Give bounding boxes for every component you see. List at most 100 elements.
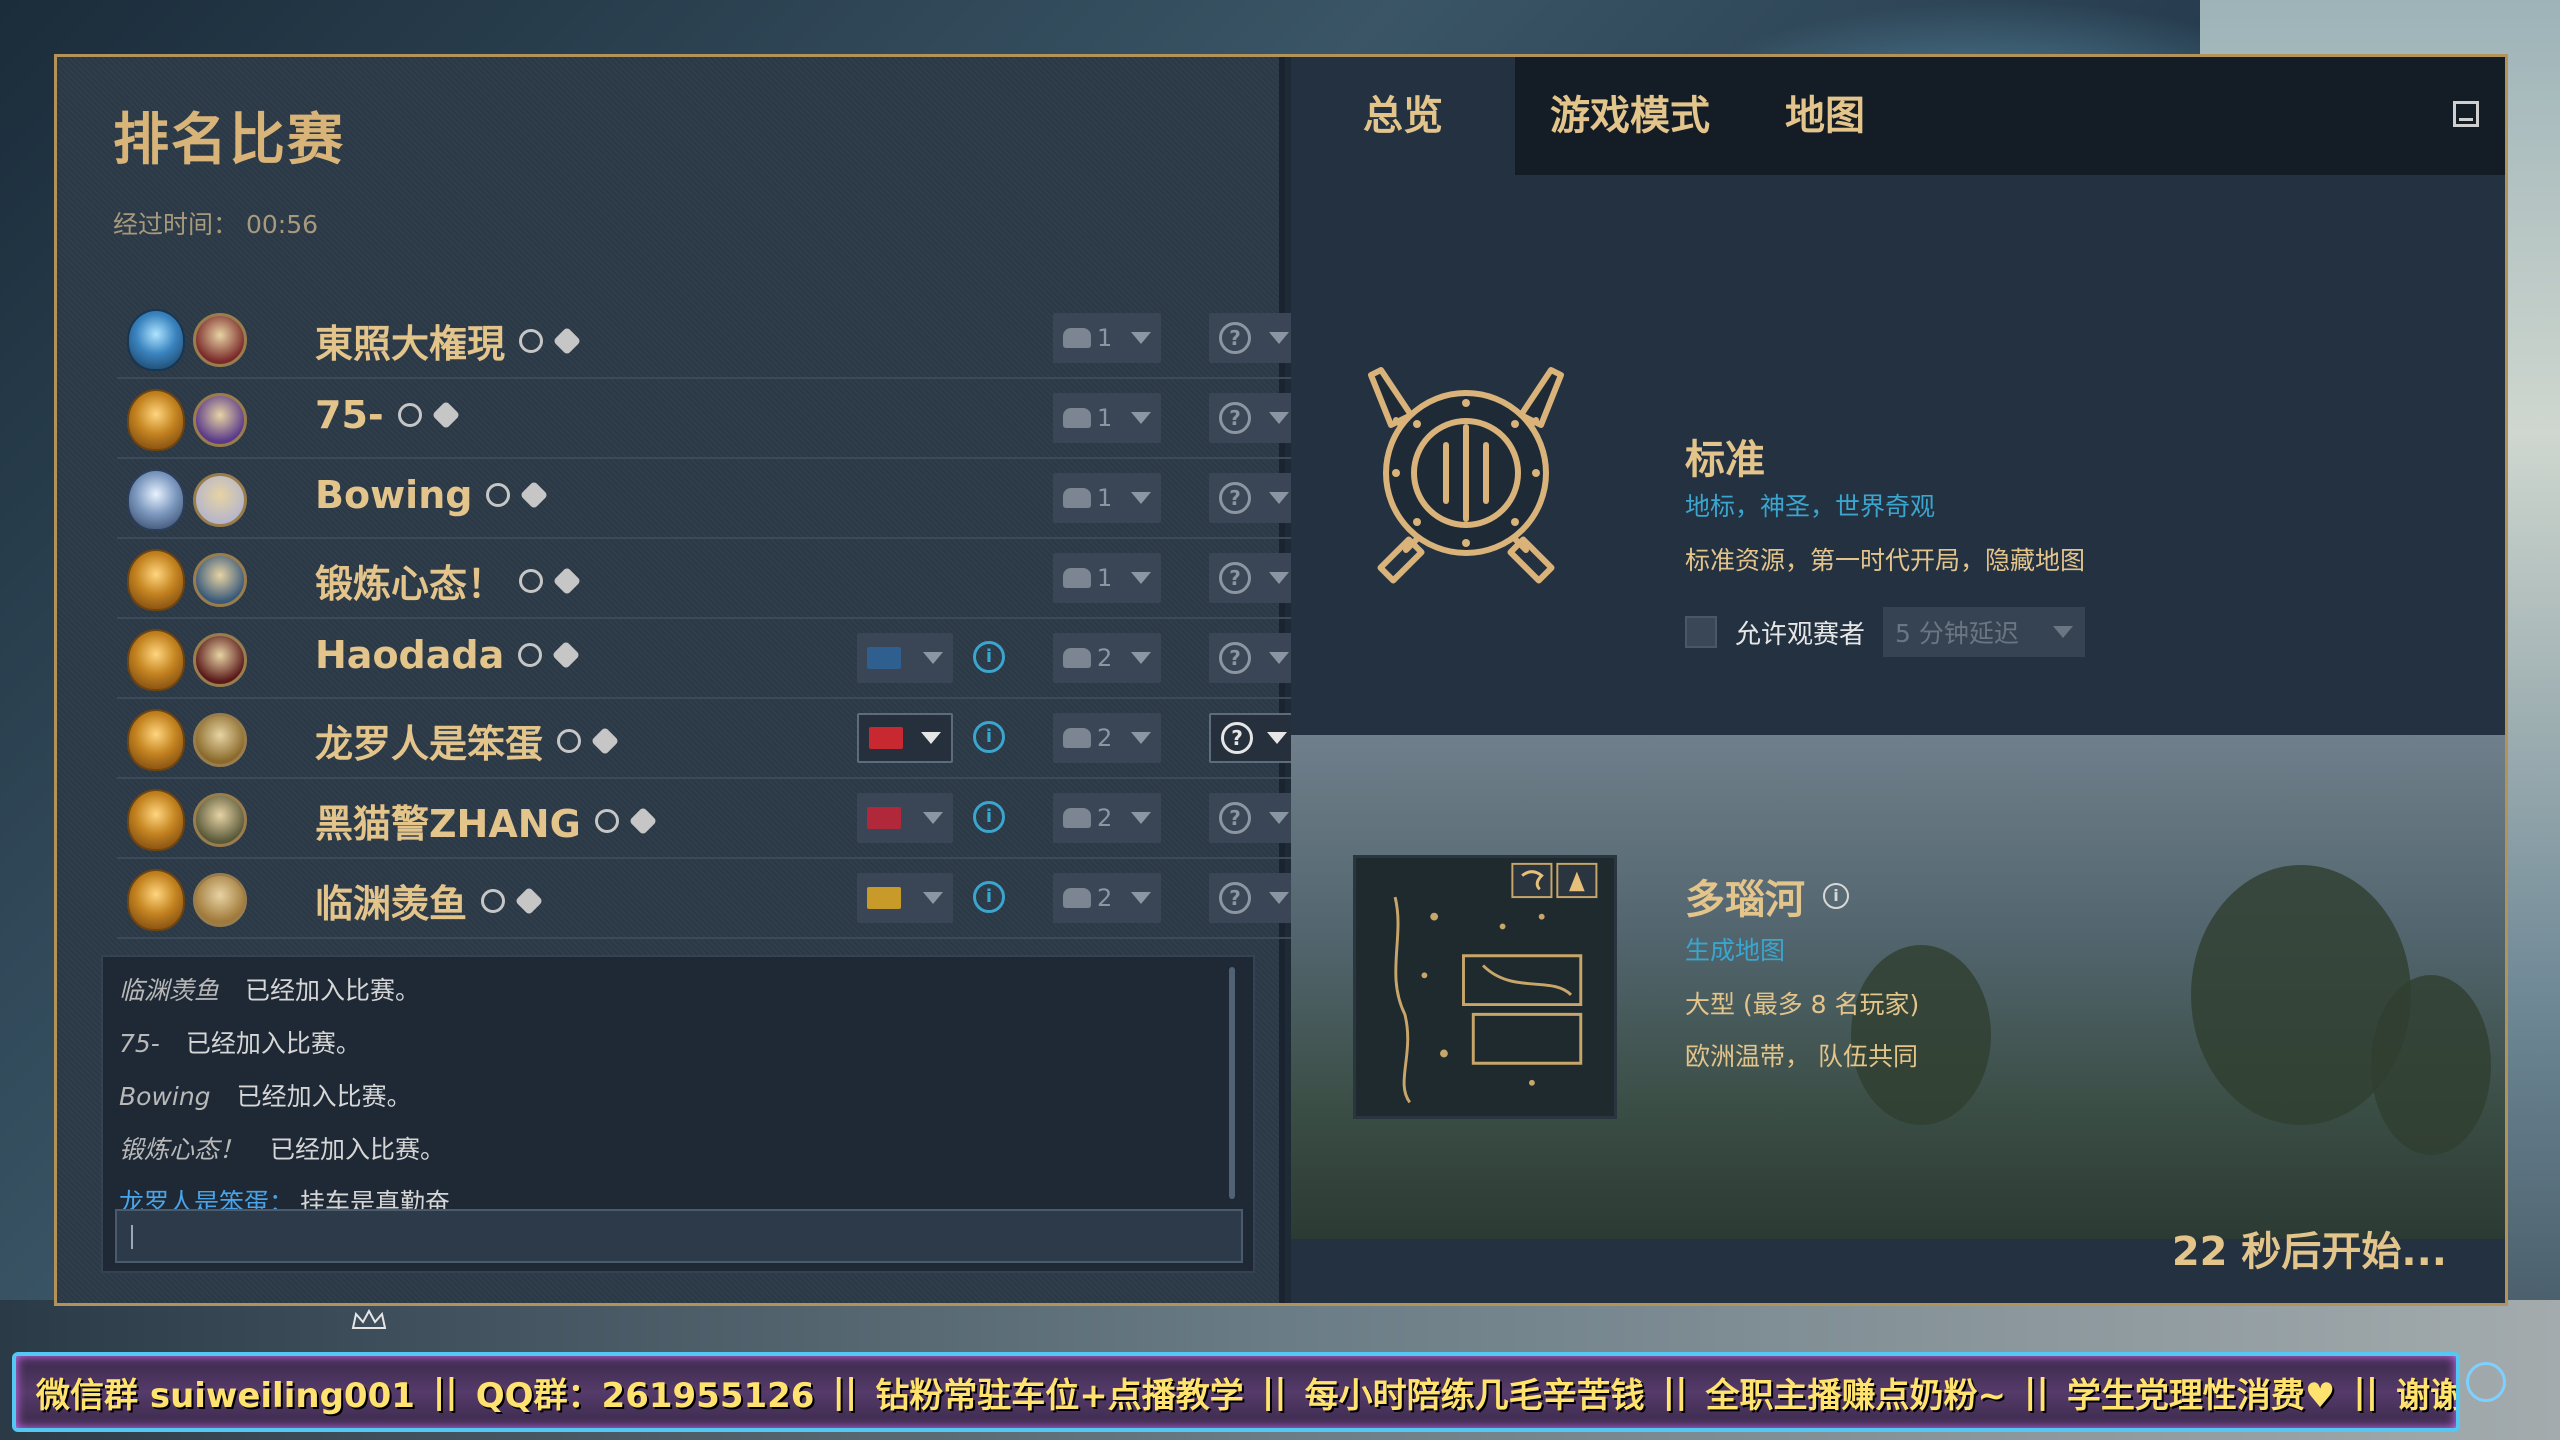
civilization-dropdown[interactable] (857, 793, 953, 843)
team-dropdown[interactable]: 2 (1053, 793, 1161, 843)
map-name: 多瑙河 (1685, 877, 1805, 923)
chevron-down-icon (1131, 332, 1151, 344)
team-dropdown[interactable]: 2 (1053, 713, 1161, 763)
allow-spectators-checkbox[interactable] (1685, 616, 1717, 648)
crossed-swords-shield-icon (1368, 367, 1564, 584)
globe-icon (594, 808, 619, 833)
civilization-info-icon[interactable]: i (973, 641, 1005, 673)
platform-icon (552, 566, 582, 595)
civilization-dropdown[interactable] (857, 713, 953, 763)
civilization-info-icon[interactable]: i (973, 881, 1005, 913)
question-icon: ? (1219, 322, 1251, 354)
ticker-item: 微信群 suiweiling001 (36, 1375, 415, 1416)
chat-text: 已经加入比赛。 (236, 1082, 412, 1111)
player-color-dropdown[interactable]: ? (1209, 473, 1299, 523)
crown-icon (351, 1308, 387, 1329)
platform-icon (552, 326, 582, 355)
chat-text: 已经加入比赛。 (245, 976, 421, 1005)
chat-sender: Bowing (119, 1082, 211, 1111)
player-name: 東照大権現 (315, 313, 582, 368)
player-avatar (193, 553, 247, 607)
team-dropdown[interactable]: 1 (1053, 313, 1161, 363)
player-color-dropdown[interactable]: ? (1209, 393, 1299, 443)
team-dropdown[interactable]: 1 (1053, 553, 1161, 603)
flag-icon (867, 807, 901, 829)
rank-emblem-icon (127, 309, 185, 371)
game-mode-description: 标准资源，第一时代开局，隐藏地图 (1685, 546, 2086, 575)
allow-spectators-label: 允许观赛者 (1735, 619, 1866, 650)
lobby-panel: 排名比赛 经过时间： 00:56 東照大権現 1? 75- 1? Bowing 1? 锻炼心… (57, 57, 1307, 1303)
player-name-text: 75- (315, 393, 384, 437)
player-avatar (193, 793, 247, 847)
chat-message: 75- 已经加入比赛。 (119, 1024, 450, 1077)
platform-icon (520, 480, 549, 510)
question-icon: ? (1219, 882, 1251, 914)
globe-icon (518, 643, 543, 667)
player-color-dropdown[interactable]: ? (1209, 793, 1299, 843)
chevron-down-icon (1269, 412, 1289, 424)
game-mode-tags: 地标，神圣，世界奇观 (1685, 492, 1936, 521)
chevron-down-icon (1131, 492, 1151, 504)
flag-icon (867, 887, 901, 909)
player-name: Haodada (315, 633, 581, 677)
civilization-dropdown[interactable] (857, 873, 953, 923)
info-icon[interactable]: i (1823, 883, 1849, 909)
player-color-dropdown[interactable]: ? (1209, 713, 1299, 763)
globe-icon (397, 403, 422, 427)
spectator-delay-dropdown[interactable]: 5 分钟延迟 (1883, 607, 2086, 657)
player-avatar (193, 713, 247, 767)
ticker-separator: || (1662, 1372, 1688, 1412)
team-number: 2 (1097, 804, 1113, 832)
team-dropdown[interactable]: 1 (1053, 473, 1161, 523)
chevron-down-icon (1267, 732, 1287, 744)
team-number: 1 (1097, 564, 1113, 592)
ticker-item: 学生党理性消费♥ (2066, 1375, 2336, 1416)
player-name: 龙罗人是笨蛋 (315, 713, 620, 768)
chevron-down-icon (1131, 652, 1151, 664)
player-avatar (193, 473, 247, 527)
team-dropdown[interactable]: 1 (1053, 393, 1161, 443)
chevron-down-icon (1131, 732, 1151, 744)
platform-icon (431, 400, 460, 430)
question-icon: ? (1219, 802, 1251, 834)
player-avatar (193, 633, 247, 687)
civilization-dropdown[interactable] (857, 633, 953, 683)
minimize-icon[interactable] (2453, 101, 2479, 127)
player-row: Bowing 1? (117, 459, 1307, 539)
player-name: 临渊羡鱼 (315, 873, 544, 928)
player-row: 75- 1? (117, 379, 1307, 459)
player-name-text: 黑猫警ZHANG (315, 802, 581, 846)
tab-game-mode[interactable]: 游戏模式 (1515, 57, 1745, 175)
chat-scrollbar[interactable] (1229, 967, 1235, 1199)
chat-text: 已经加入比赛。 (270, 1135, 446, 1164)
ticker-item: 全职主播赚点奶粉~ (1705, 1375, 2007, 1416)
globe-icon (481, 888, 506, 913)
team-dropdown[interactable]: 2 (1053, 873, 1161, 923)
stream-ticker-banner: 微信群 suiweiling001 || QQ群：261955126 || 钻粉常驻车位… (12, 1352, 2460, 1432)
tab-overview[interactable]: 总览 (1291, 57, 1515, 175)
civilization-info-icon[interactable]: i (973, 721, 1005, 753)
tab-map[interactable]: 地图 (1745, 57, 1905, 175)
chevron-down-icon (1131, 892, 1151, 904)
chevron-down-icon (923, 892, 943, 904)
chevron-down-icon (1131, 812, 1151, 824)
globe-icon (486, 483, 511, 507)
player-name-text: Haodada (315, 633, 505, 677)
team-dropdown[interactable]: 2 (1053, 633, 1161, 683)
player-color-dropdown[interactable]: ? (1209, 313, 1299, 363)
map-thumbnail (1353, 855, 1617, 1119)
player-color-dropdown[interactable]: ? (1209, 553, 1299, 603)
civilization-info-icon[interactable]: i (973, 801, 1005, 833)
player-avatar (193, 393, 247, 447)
chat-input[interactable] (115, 1209, 1243, 1263)
player-color-dropdown[interactable]: ? (1209, 633, 1299, 683)
player-color-dropdown[interactable]: ? (1209, 873, 1299, 923)
chat-sender: 75- (119, 1029, 160, 1058)
ticker-separator: || (2024, 1372, 2049, 1412)
player-row: 锻炼心态！ 1? (117, 539, 1307, 619)
player-name: 锻炼心态！ (315, 553, 582, 608)
chat-text: 已经加入比赛。 (185, 1029, 361, 1058)
team-number: 2 (1097, 724, 1113, 752)
player-row: 临渊羡鱼 i 2? (117, 859, 1307, 939)
player-name-text: 锻炼心态！ (315, 562, 506, 606)
